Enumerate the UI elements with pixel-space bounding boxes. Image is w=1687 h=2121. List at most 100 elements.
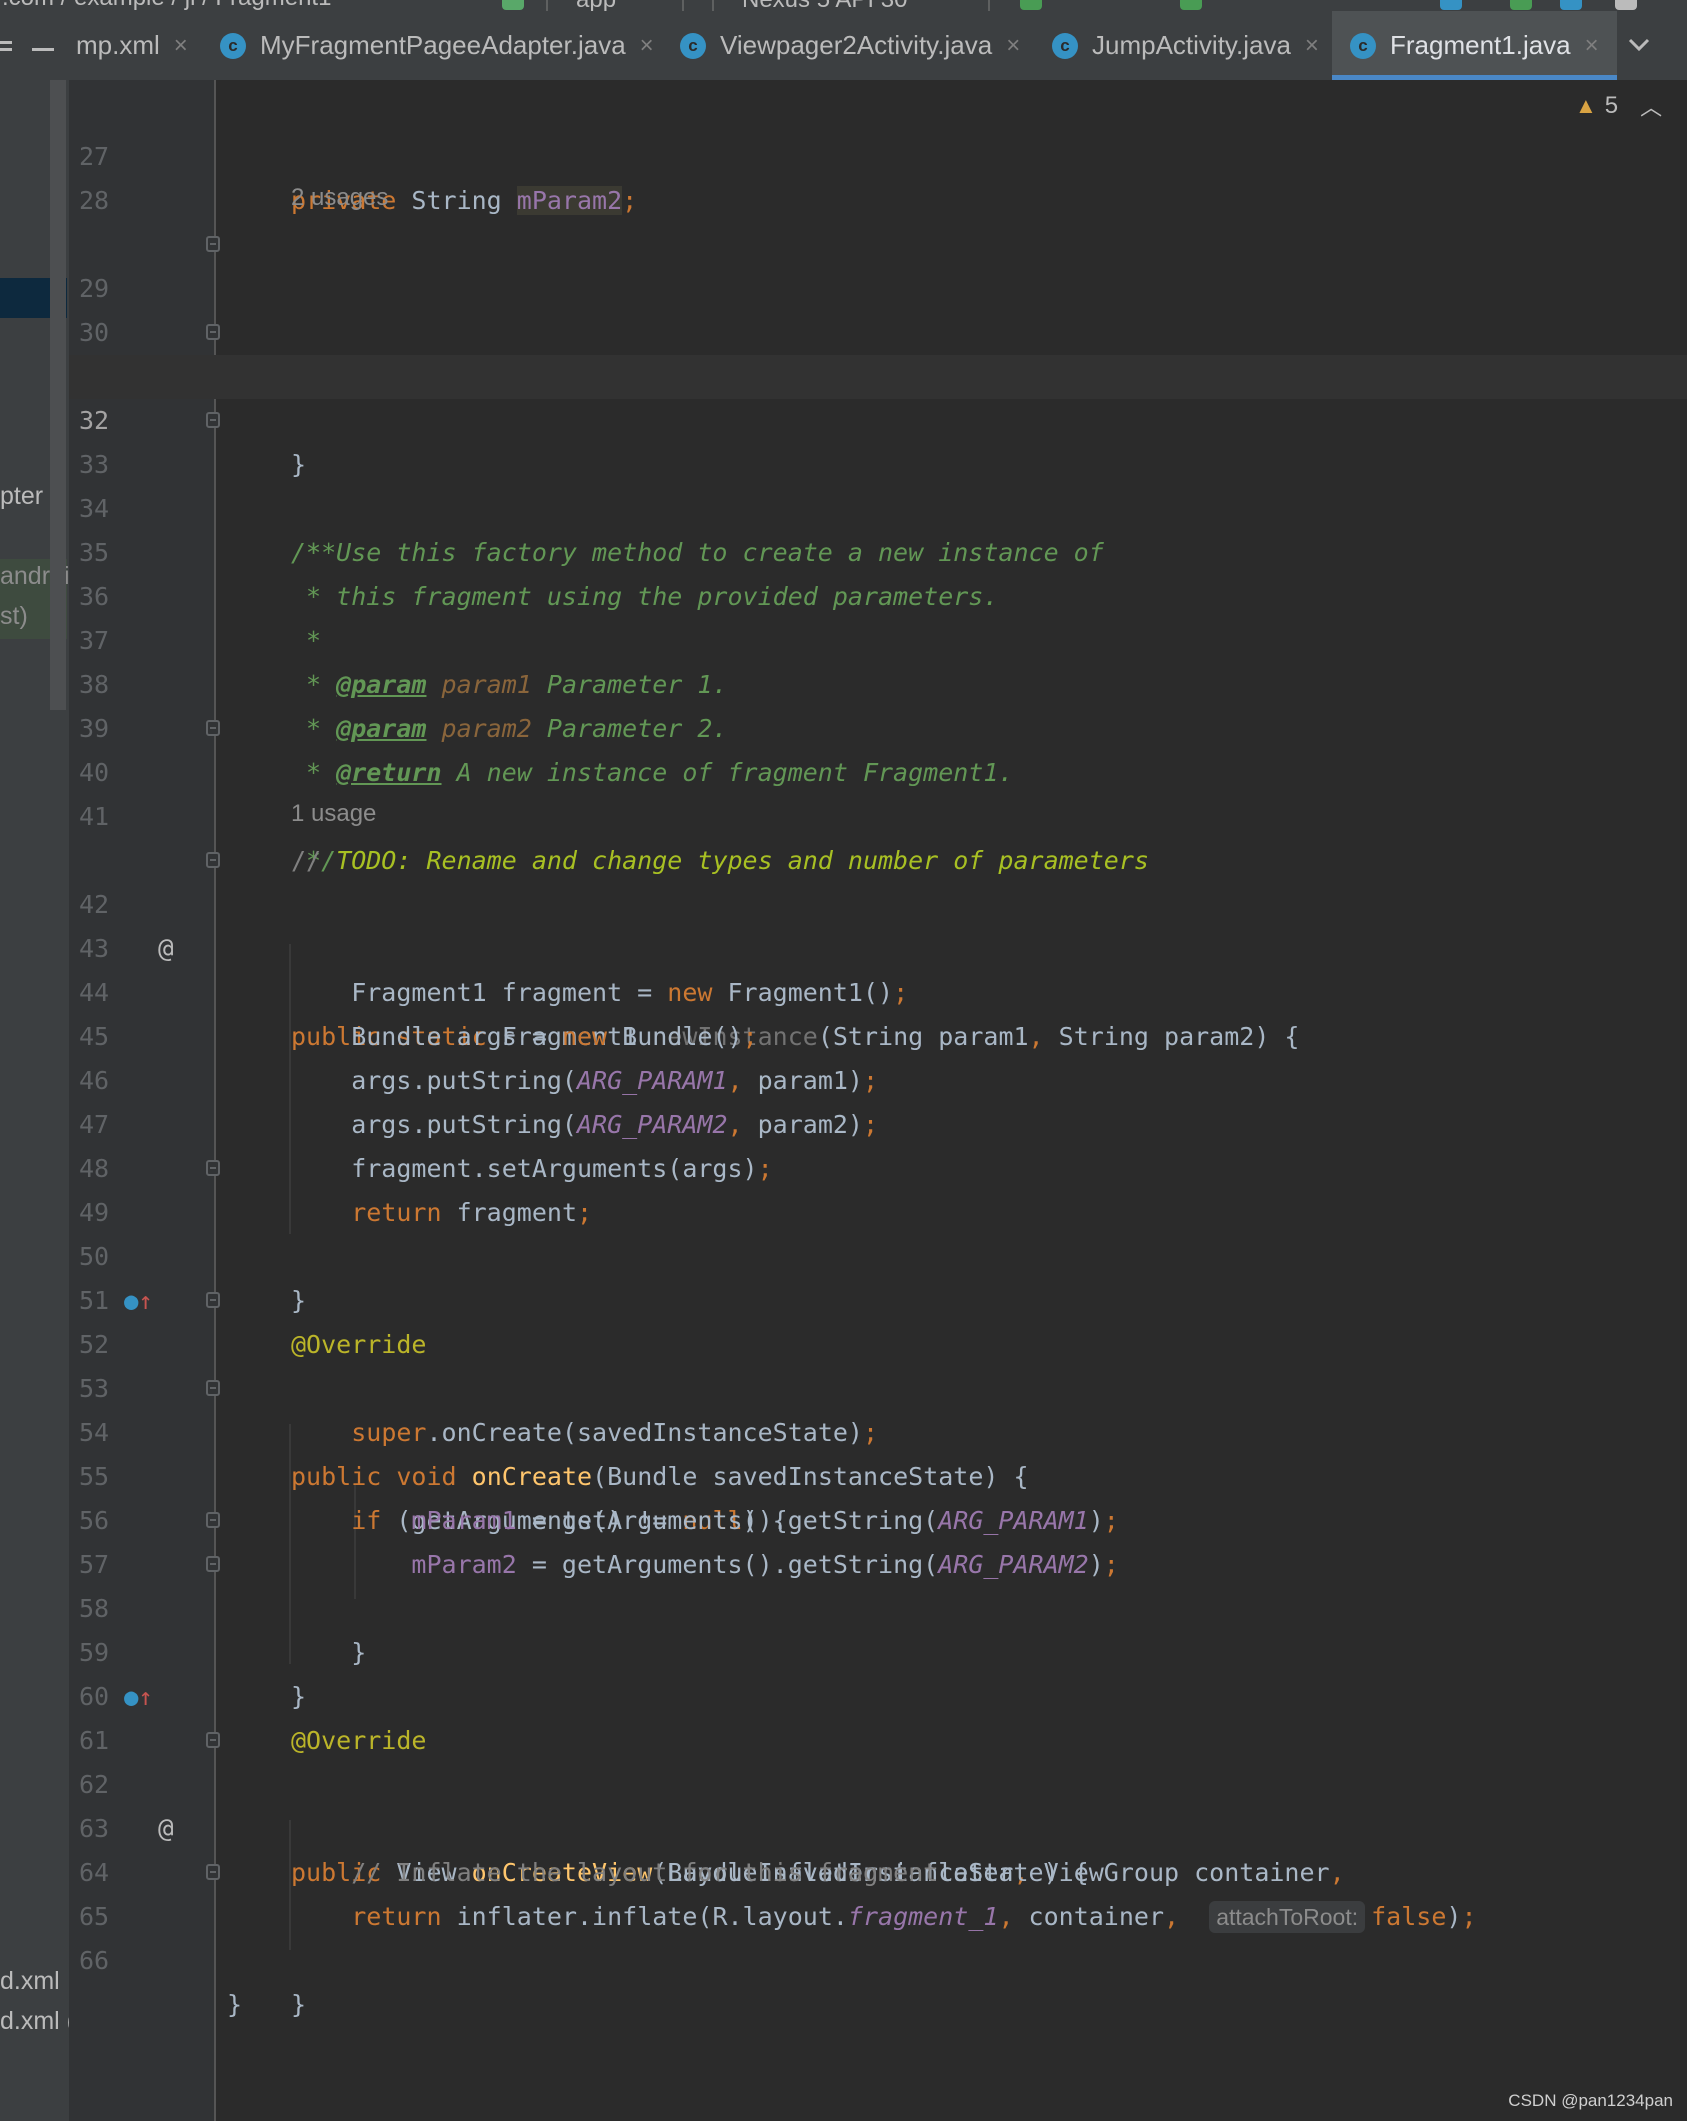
code-line[interactable]: 63 // Inflate the layout for this fragme…: [69, 1763, 1687, 1887]
fold-icon[interactable]: [206, 1864, 220, 1880]
tree-item[interactable]: pter: [0, 482, 43, 511]
code-line[interactable]: 58 }: [69, 1543, 1687, 1711]
code-line[interactable]: 42 @ public static Fragment1 newInstance…: [69, 839, 1687, 1051]
code-line[interactable]: 37 * @param param1 Parameter 1.: [69, 575, 1687, 699]
code-line[interactable]: 54 if (getArguments() != null) {: [69, 1367, 1687, 1535]
code-line[interactable]: 31 }: [69, 311, 1687, 479]
tab-mp-xml[interactable]: mp.xml ×: [76, 11, 188, 80]
debug-icon[interactable]: [1180, 0, 1202, 10]
sync-icon[interactable]: [1440, 0, 1462, 10]
run-config-select[interactable]: app: [546, 0, 684, 11]
code-line[interactable]: 33 /**: [69, 399, 1687, 567]
code-line[interactable]: 29 public Fragment1() {: [69, 223, 1687, 391]
code-line[interactable]: 65 }: [69, 1851, 1687, 2019]
fold-icon[interactable]: [206, 1292, 220, 1308]
panel-scrollbar[interactable]: [50, 80, 66, 710]
usages-hint[interactable]: 1 usage: [291, 794, 376, 834]
fold-icon[interactable]: [206, 1556, 220, 1572]
device-label: Nexus 5 API 30: [742, 0, 907, 11]
code-line[interactable]: 43 Fragment1 fragment = new Fragment1();: [69, 883, 1687, 1007]
override-icon[interactable]: ●↑: [124, 1675, 153, 1719]
sdk-manager-icon[interactable]: [1560, 0, 1582, 10]
code-line[interactable]: 38 * @param param2 Parameter 2.: [69, 619, 1687, 743]
fold-icon[interactable]: [206, 236, 220, 252]
line-number: 41: [79, 802, 110, 831]
code-line[interactable]: 53 super.onCreate(savedInstanceState);: [69, 1323, 1687, 1447]
class-icon: c: [1052, 32, 1078, 59]
close-icon[interactable]: ×: [1585, 32, 1599, 60]
code-line[interactable]: 36 *: [69, 531, 1687, 655]
usages-hint[interactable]: 2 usages: [291, 178, 388, 218]
code-line-current[interactable]: 32: [69, 355, 1687, 435]
fold-icon[interactable]: [206, 1512, 220, 1528]
tab-label: MyFragmentPageeAdapter.java: [260, 30, 626, 60]
tab-viewpager2activity[interactable]: c Viewpager2Activity.java ×: [680, 11, 1020, 80]
back-arrow-icon[interactable]: [502, 0, 524, 10]
search-icon[interactable]: [1615, 0, 1637, 10]
tab-fragment1[interactable]: c Fragment1.java ×: [1332, 11, 1617, 80]
fold-icon[interactable]: [206, 1160, 220, 1176]
run-icon[interactable]: [1020, 0, 1042, 10]
code-line[interactable]: 64 return inflater.inflate(R.layout.frag…: [69, 1807, 1687, 1933]
code-line[interactable]: 48 return fragment;: [69, 1103, 1687, 1227]
code-line[interactable]: 27 private String mParam2;: [69, 91, 1687, 215]
tree-item[interactable]: d.xml: [0, 1967, 60, 1996]
code-line[interactable]: 44 Bundle args = new Bundle();: [69, 927, 1687, 1051]
fold-icon[interactable]: [206, 412, 220, 428]
class-icon: c: [1350, 32, 1376, 59]
code-line[interactable]: 28: [69, 135, 1687, 215]
code-line[interactable]: 56 mParam2 = getArguments().getString(AR…: [69, 1455, 1687, 1579]
fold-icon[interactable]: [206, 852, 220, 868]
close-icon[interactable]: ×: [1305, 32, 1319, 60]
code-line[interactable]: 50: [69, 1191, 1687, 1271]
code-line[interactable]: 55 mParam1 = getArguments().getString(AR…: [69, 1411, 1687, 1535]
tree-item[interactable]: st): [0, 602, 28, 631]
code-line[interactable]: 41 // TODO: Rename and change types and …: [69, 751, 1687, 875]
code-line[interactable]: 51 @Override: [69, 1235, 1687, 1359]
code-line[interactable]: 49 }: [69, 1147, 1687, 1315]
close-icon[interactable]: ×: [174, 32, 188, 60]
code-line[interactable]: 40 */: [69, 707, 1687, 875]
code-line[interactable]: 60 @Override: [69, 1631, 1687, 1755]
code-line[interactable]: 57 }: [69, 1499, 1687, 1667]
code-line[interactable]: 34 * Use this factory method to create a…: [69, 443, 1687, 567]
tab-label: Viewpager2Activity.java: [720, 30, 993, 60]
fold-icon[interactable]: [206, 1732, 220, 1748]
code-line[interactable]: 52 ●↑ public void onCreate(Bundle savedI…: [69, 1279, 1687, 1491]
tab-label: mp.xml: [76, 30, 160, 60]
code-line[interactable]: 46 args.putString(ARG_PARAM2, param2);: [69, 1015, 1687, 1139]
project-tool-window: pter androi st) d.xml d.xml (: [0, 80, 69, 2121]
class-icon: c: [680, 32, 706, 59]
tab-jumpactivity[interactable]: c JumpActivity.java ×: [1052, 11, 1319, 80]
watermark: CSDN @pan1234pan: [1508, 2091, 1673, 2110]
override-icon[interactable]: ●↑: [124, 1279, 153, 1323]
line-number: 28: [79, 186, 110, 215]
device-select[interactable]: Nexus 5 API 30: [712, 0, 990, 11]
fold-icon[interactable]: [206, 720, 220, 736]
editor-tab-bar: mp.xml × c MyFragmentPageeAdapter.java ×…: [0, 11, 1687, 81]
fold-icon[interactable]: [206, 324, 220, 340]
close-icon[interactable]: ×: [640, 32, 654, 60]
code-line[interactable]: 30 // Required empty public constructor: [69, 267, 1687, 391]
code-line[interactable]: 39 * @return A new instance of fragment …: [69, 663, 1687, 787]
code-text[interactable]: }: [291, 1983, 306, 2027]
chevron-down-icon[interactable]: [1624, 25, 1654, 65]
code-line[interactable]: 61 ●↑ @ public View onCreateView(LayoutI…: [69, 1675, 1687, 1887]
code-text[interactable]: }: [227, 1983, 242, 2027]
code-line[interactable]: 45 args.putString(ARG_PARAM1, param1);: [69, 971, 1687, 1095]
tab-myfragmentpageeadapter[interactable]: c MyFragmentPageeAdapter.java ×: [220, 11, 654, 80]
tab-bar-menu-icon[interactable]: [0, 41, 12, 51]
fold-icon[interactable]: [206, 1380, 220, 1396]
main-toolbar: .com / example / ji / Fragment1 app Nexu…: [0, 0, 1687, 11]
code-line[interactable]: 62 Bundle savedInstanceState) {: [69, 1719, 1687, 1887]
code-line[interactable]: 66 }: [69, 1895, 1687, 2019]
tree-item[interactable]: d.xml (: [0, 2007, 69, 2036]
code-editor[interactable]: ▲ 5 ︿ 27 private String mParam2; 28 2 us…: [69, 80, 1687, 2121]
tab-bar-collapse-icon[interactable]: [32, 48, 54, 51]
code-line[interactable]: 59: [69, 1587, 1687, 1667]
code-line[interactable]: 35 * this fragment using the provided pa…: [69, 487, 1687, 611]
breadcrumb[interactable]: .com / example / ji / Fragment1: [2, 0, 331, 11]
code-line[interactable]: 47 fragment.setArguments(args);: [69, 1059, 1687, 1183]
close-icon[interactable]: ×: [1006, 32, 1020, 60]
device-manager-icon[interactable]: [1510, 0, 1532, 10]
